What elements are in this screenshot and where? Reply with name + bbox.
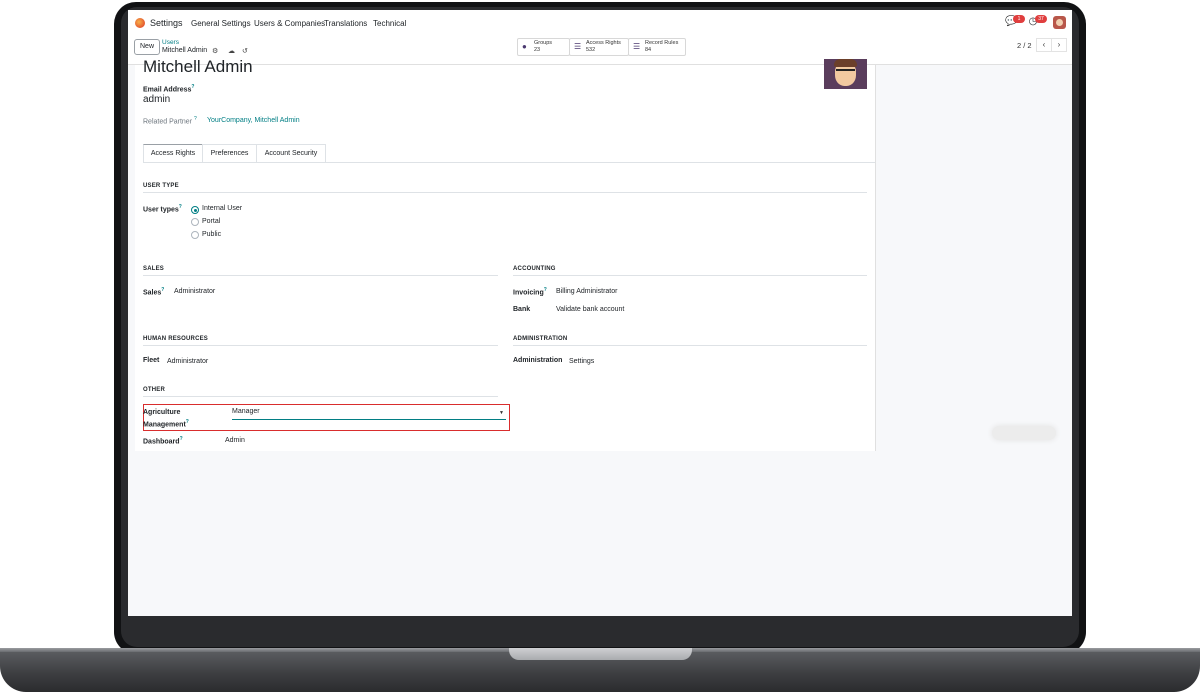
app-name[interactable]: Settings (150, 18, 183, 28)
menu-translations[interactable]: Translations (324, 19, 367, 28)
stat-button-record-rules[interactable]: ☰ Record Rules 84 (628, 38, 686, 56)
section-human-resources: HUMAN RESOURCES (143, 336, 209, 342)
cloud-save-icon[interactable]: ☁ (228, 47, 235, 55)
radio-label-internal-user[interactable]: Internal User (202, 205, 242, 212)
top-navbar: Settings General Settings Users & Compan… (128, 10, 1072, 37)
radio-portal[interactable] (191, 218, 199, 226)
blurred-floating-button (992, 426, 1056, 440)
pager-previous-button[interactable]: ‹ (1036, 38, 1052, 52)
user-avatar[interactable] (1053, 16, 1066, 29)
radio-public[interactable] (191, 231, 199, 239)
user-types-label: User types? (143, 204, 182, 214)
fleet-label: Fleet (143, 357, 160, 364)
control-panel: New Users Mitchell Admin ⚙ ☁ ↺ ● Groups … (128, 36, 1072, 65)
form-sheet: Mitchell Admin Email Address? admin Rela… (135, 57, 876, 451)
photo-hair (834, 59, 857, 67)
stat-label: Record Rules (645, 40, 679, 46)
photo-glasses (836, 69, 855, 76)
section-accounting: ACCOUNTING (513, 266, 556, 272)
list-icon: ☰ (574, 42, 582, 51)
menu-users-companies[interactable]: Users & Companies (254, 19, 325, 28)
radio-label-portal[interactable]: Portal (202, 218, 220, 225)
tab-access-rights[interactable]: Access Rights (143, 144, 203, 163)
new-button[interactable]: New (134, 39, 161, 55)
stat-label: Access Rights (586, 40, 621, 46)
section-other: OTHER (143, 387, 165, 393)
list-icon: ☰ (633, 42, 641, 51)
tabs-divider (143, 162, 875, 163)
agriculture-label-line1: Agriculture (143, 409, 181, 416)
dashboard-field[interactable]: Admin (225, 437, 245, 444)
activities-badge: 37 (1035, 15, 1047, 23)
record-name[interactable]: Mitchell Admin (143, 57, 253, 77)
stat-label: Groups (534, 40, 553, 46)
messages-badge: 1 (1013, 15, 1025, 23)
stat-value: 23 (534, 47, 541, 53)
menu-technical[interactable]: Technical (373, 19, 406, 28)
screen: Settings General Settings Users & Compan… (128, 10, 1072, 616)
caret-down-icon: ▼ (499, 410, 504, 416)
related-partner-link[interactable]: YourCompany, Mitchell Admin (207, 117, 300, 124)
menu-general-settings[interactable]: General Settings (191, 19, 251, 28)
app-logo-icon[interactable] (135, 18, 145, 28)
pager-next-button[interactable]: › (1051, 38, 1067, 52)
pager-value[interactable]: 2 / 2 (1017, 41, 1032, 50)
section-administration: ADMINISTRATION (513, 336, 568, 342)
administration-field[interactable]: Settings (569, 358, 594, 365)
sales-label: Sales? (143, 287, 165, 297)
tab-preferences[interactable]: Preferences (202, 144, 257, 163)
bank-field[interactable]: Validate bank account (556, 306, 624, 313)
invoicing-label: Invoicing? (513, 287, 547, 297)
section-sales: SALES (143, 266, 165, 272)
user-photo[interactable] (824, 59, 867, 89)
bank-label: Bank (513, 306, 531, 313)
stat-value: 84 (645, 47, 652, 53)
stat-button-groups[interactable]: ● Groups 23 (517, 38, 570, 56)
gear-icon[interactable]: ⚙ (212, 47, 218, 55)
discard-icon[interactable]: ↺ (242, 47, 248, 55)
section-divider (513, 345, 867, 346)
tab-account-security[interactable]: Account Security (256, 144, 326, 163)
laptop-notch (509, 648, 692, 660)
administration-label: Administration (513, 357, 563, 364)
fleet-field[interactable]: Administrator (167, 358, 208, 365)
section-divider (513, 275, 867, 276)
related-partner-label: Related Partner ? (143, 116, 197, 126)
invoicing-field[interactable]: Billing Administrator (556, 288, 617, 295)
breadcrumb-users[interactable]: Users (162, 39, 179, 46)
radio-label-public[interactable]: Public (202, 231, 221, 238)
section-user-type: USER TYPE (143, 183, 179, 189)
dashboard-label: Dashboard? (143, 436, 183, 446)
section-divider (143, 192, 867, 193)
stat-value: 532 (586, 47, 596, 53)
agriculture-management-select[interactable]: Manager ▼ (232, 408, 506, 420)
agriculture-select-value: Manager (232, 408, 260, 415)
breadcrumb-current: Mitchell Admin (162, 47, 208, 54)
email-field[interactable]: admin (143, 94, 170, 105)
email-label: Email Address? (143, 84, 195, 94)
section-divider (143, 345, 498, 346)
agriculture-label-line2: Management? (143, 419, 189, 429)
radio-internal-user[interactable] (191, 206, 199, 214)
section-divider (143, 396, 498, 397)
users-icon: ● (522, 42, 527, 51)
sales-field[interactable]: Administrator (174, 288, 215, 295)
stat-button-access-rights[interactable]: ☰ Access Rights 532 (569, 38, 629, 56)
section-divider (143, 275, 498, 276)
